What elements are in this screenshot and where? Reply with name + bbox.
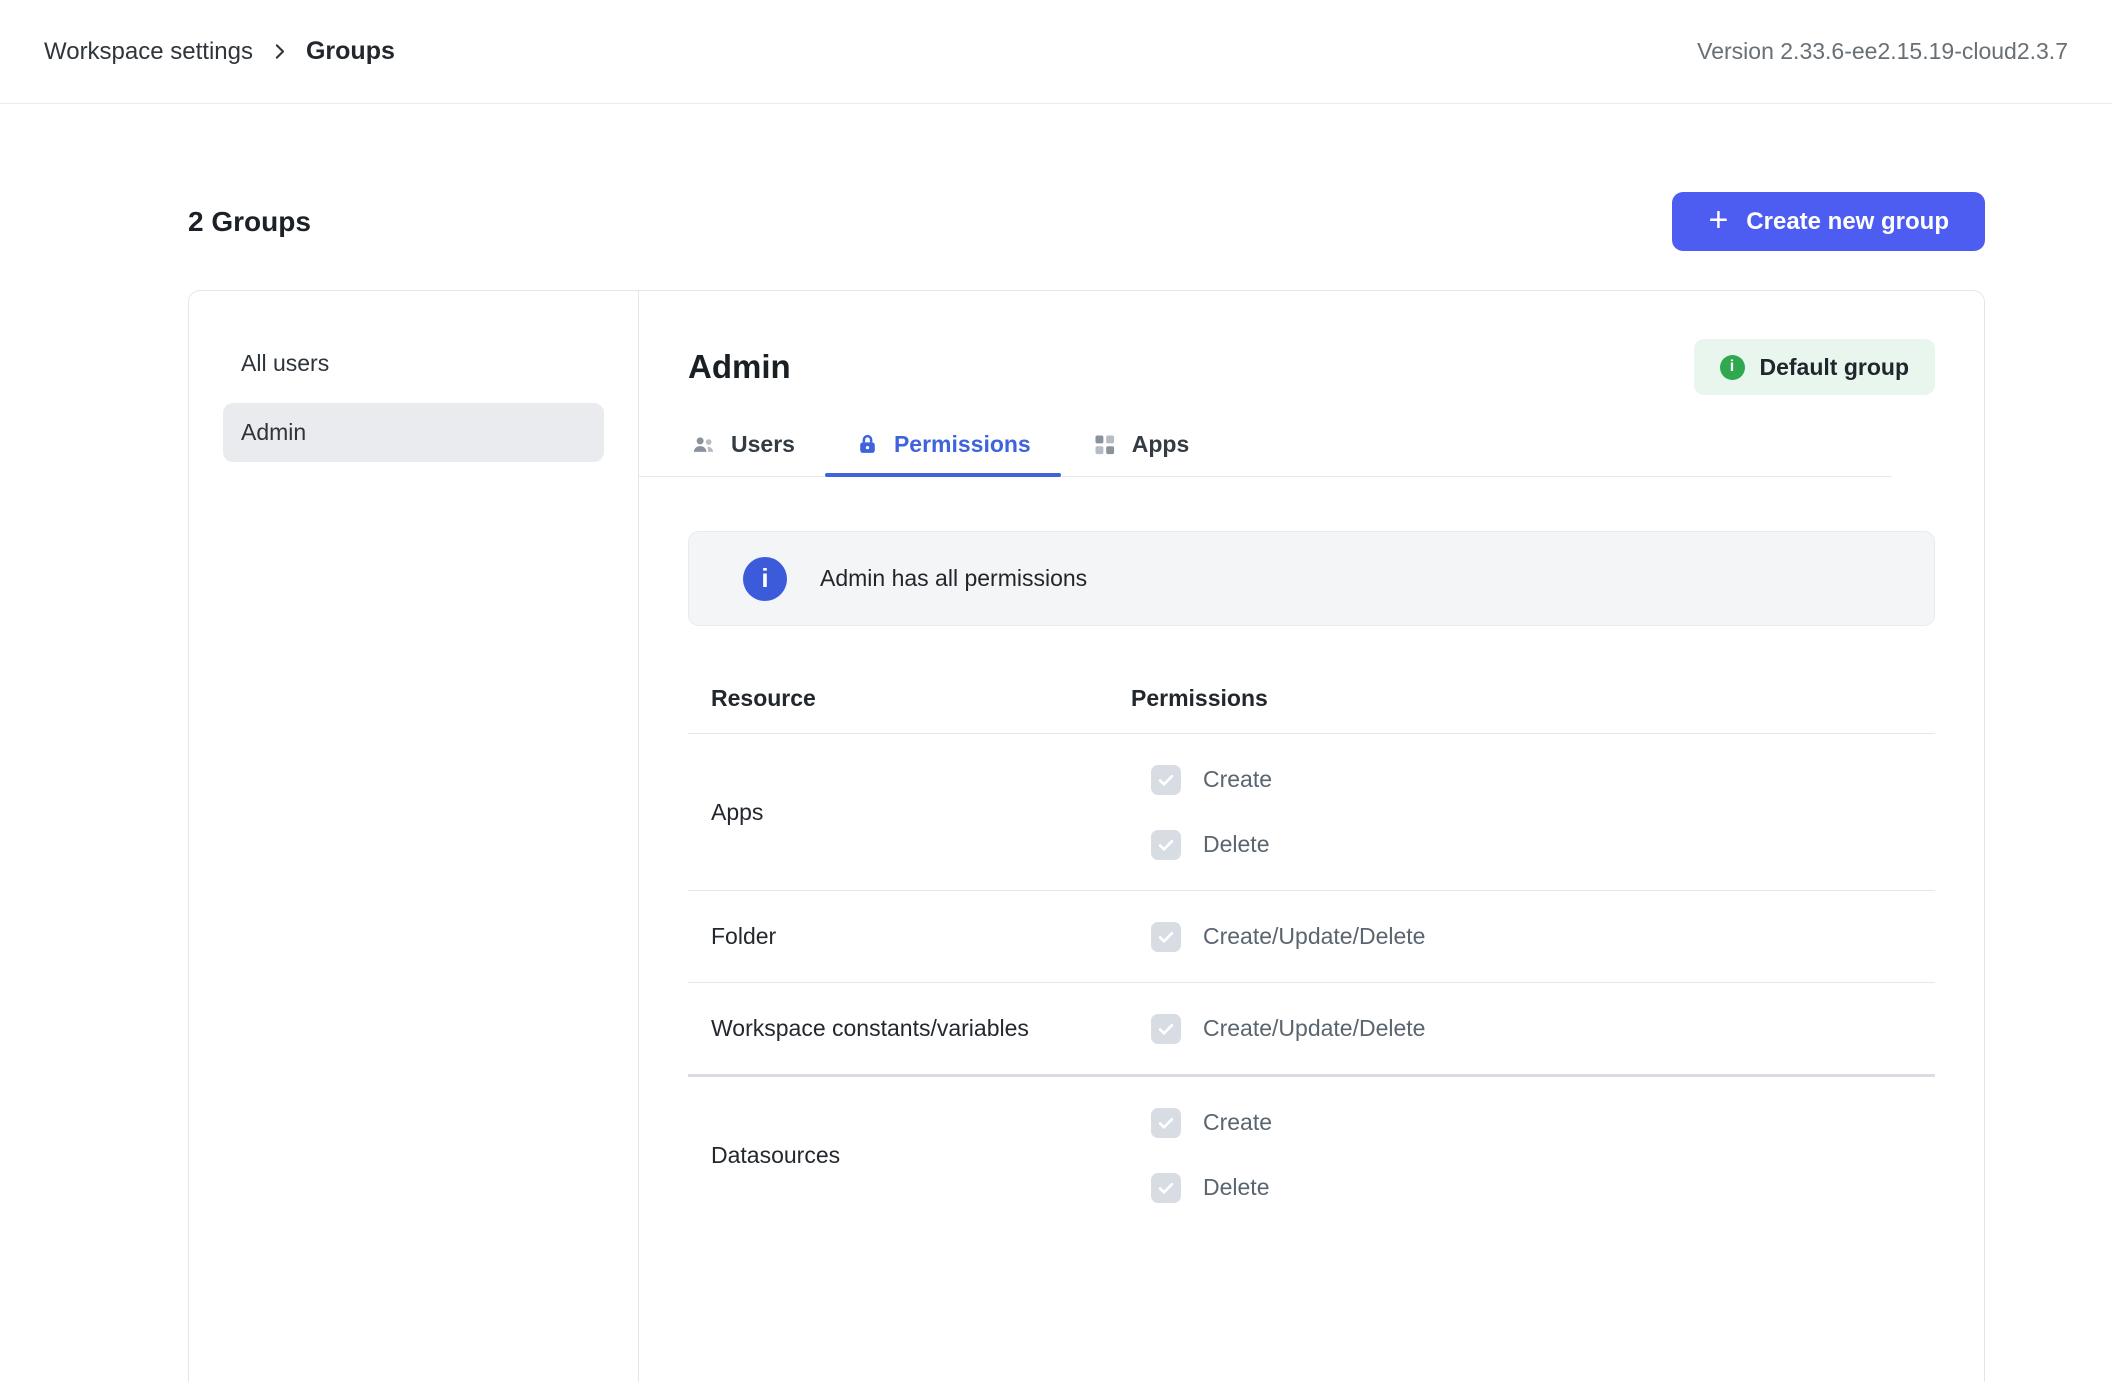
permission-apps-create: Create — [1151, 747, 1272, 812]
permission-label: Create/Update/Delete — [1203, 923, 1425, 950]
default-group-badge: i Default group — [1694, 339, 1936, 395]
permissions-cell: Create/Update/Delete — [1131, 983, 1425, 1074]
tab-label: Apps — [1132, 431, 1190, 458]
version-label: Version 2.33.6-ee2.15.19-cloud2.3.7 — [1697, 38, 2068, 65]
checkbox-create — [1151, 765, 1181, 795]
tab-users[interactable]: Users — [688, 413, 825, 476]
permission-row-folder: Folder Create/Update/Delete — [688, 891, 1935, 983]
permissions-table-header: Resource Permissions — [688, 664, 1935, 734]
groups-card: All users Admin Admin i Default group Use… — [188, 290, 1985, 1382]
permissions-cell: Create Delete — [1131, 734, 1272, 890]
resource-label: Workspace constants/variables — [711, 1015, 1131, 1042]
permission-apps-delete: Delete — [1151, 812, 1272, 877]
tab-permissions[interactable]: Permissions — [825, 413, 1061, 476]
top-header: Workspace settings Groups Version 2.33.6… — [0, 0, 2112, 104]
info-icon: i — [1720, 355, 1745, 380]
permissions-cell: Create Delete — [1131, 1077, 1272, 1233]
info-icon: i — [743, 557, 787, 601]
checkbox-create-update-delete — [1151, 1014, 1181, 1044]
permissions-banner-text: Admin has all permissions — [820, 565, 1087, 592]
checkbox-delete — [1151, 830, 1181, 860]
permission-row-workspace-constants-variables: Workspace constants/variables Create/Upda… — [688, 983, 1935, 1077]
workspace-settings-page: Workspace settings Groups Version 2.33.6… — [0, 0, 2112, 1382]
checkbox-create-update-delete — [1151, 922, 1181, 952]
breadcrumb-groups: Groups — [306, 37, 395, 66]
checkbox-delete — [1151, 1173, 1181, 1203]
permission-folder-create-update-delete: Create/Update/Delete — [1151, 904, 1425, 969]
create-new-group-button[interactable]: + Create new group — [1672, 192, 1985, 251]
create-new-group-label: Create new group — [1746, 208, 1949, 236]
group-detail-header: Admin i Default group — [688, 339, 1935, 395]
tab-apps[interactable]: Apps — [1061, 413, 1220, 476]
tab-label: Permissions — [894, 431, 1031, 458]
permission-row-datasources: Datasources Create Delete — [688, 1077, 1935, 1233]
breadcrumb-workspace-settings[interactable]: Workspace settings — [44, 38, 253, 66]
permissions-column-header: Permissions — [1131, 685, 1268, 712]
resource-label: Datasources — [711, 1142, 1131, 1169]
permissions-cell: Create/Update/Delete — [1131, 891, 1425, 982]
permission-datasources-delete: Delete — [1151, 1155, 1272, 1220]
permission-label: Delete — [1203, 1174, 1269, 1201]
users-icon — [690, 431, 717, 458]
tab-bar: Users Permissions Apps — [639, 413, 1892, 477]
lock-icon — [855, 432, 880, 457]
group-title: Admin — [688, 348, 791, 386]
permission-workspace-constants-variables-create-update-delete: Create/Update/Delete — [1151, 996, 1425, 1061]
groups-count: 2 Groups — [188, 206, 311, 238]
permission-label: Create — [1203, 766, 1272, 793]
permissions-banner: i Admin has all permissions — [688, 531, 1935, 626]
resource-label: Apps — [711, 799, 1131, 826]
tab-label: Users — [731, 431, 795, 458]
resource-column-header: Resource — [711, 685, 1131, 712]
permissions-table-body: Apps Create Delete Folder Create/Update/Dele… — [688, 734, 1935, 1233]
group-list-item-admin[interactable]: Admin — [223, 403, 604, 462]
permission-row-apps: Apps Create Delete — [688, 734, 1935, 891]
permission-label: Create — [1203, 1109, 1272, 1136]
group-list-item-all-users[interactable]: All users — [223, 334, 604, 393]
breadcrumb: Workspace settings Groups — [44, 37, 395, 66]
group-list: All users Admin — [189, 291, 639, 1382]
permission-label: Delete — [1203, 831, 1269, 858]
default-group-badge-label: Default group — [1760, 354, 1910, 381]
checkbox-create — [1151, 1108, 1181, 1138]
permission-label: Create/Update/Delete — [1203, 1015, 1425, 1042]
plus-icon: + — [1708, 203, 1728, 237]
groups-toolbar: 2 Groups + Create new group — [188, 192, 1985, 251]
permissions-table: Resource Permissions Apps Create Delete Fol… — [688, 664, 1935, 1233]
resource-label: Folder — [711, 923, 1131, 950]
apps-icon — [1091, 431, 1118, 458]
permission-datasources-create: Create — [1151, 1090, 1272, 1155]
chevron-right-icon — [269, 41, 290, 62]
group-detail-panel: Admin i Default group Users Permissions Ap… — [639, 291, 1984, 1382]
